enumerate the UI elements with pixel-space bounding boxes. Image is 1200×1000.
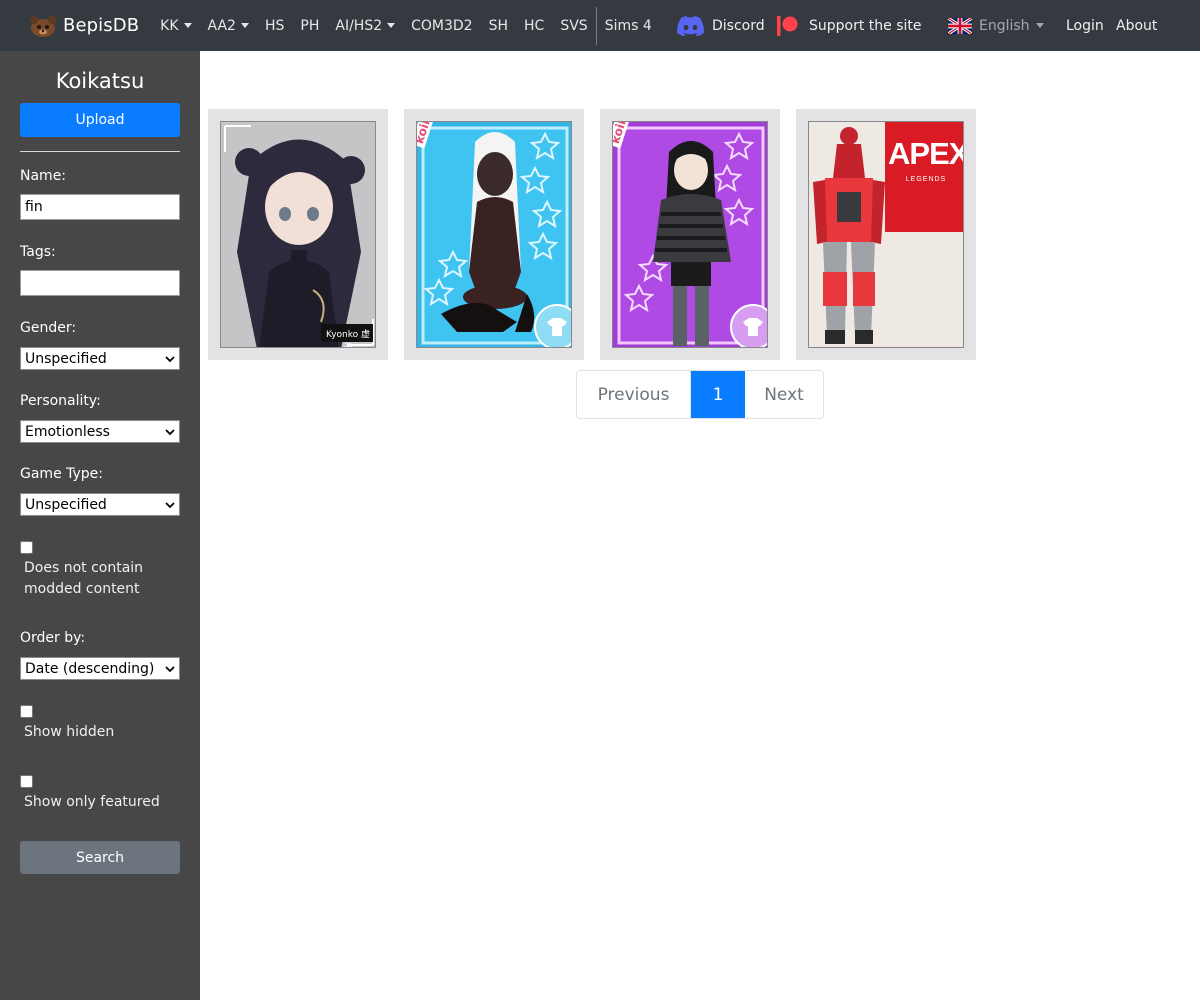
chevron-down-icon xyxy=(165,502,175,509)
personality-label: Personality: xyxy=(20,393,101,409)
chevron-down-icon xyxy=(165,666,175,673)
no-modded-checkbox[interactable] xyxy=(20,541,33,554)
nav-hc-link[interactable]: HC xyxy=(516,0,552,51)
uk-flag-icon xyxy=(947,16,973,35)
apex-logo-text: APEX xyxy=(888,136,964,171)
apex-logo-subtext: LEGENDS xyxy=(905,176,947,183)
nav-com3d2-link[interactable]: COM3D2 xyxy=(403,0,480,51)
discord-label: Discord xyxy=(712,17,765,34)
character-card[interactable]: Kyonko 虚子 xyxy=(208,109,388,360)
show-hidden-checkbox[interactable] xyxy=(20,705,33,718)
chevron-down-icon xyxy=(165,429,175,436)
show-featured-checkbox[interactable] xyxy=(20,775,33,788)
nav-kk-dropdown[interactable]: KK xyxy=(152,0,199,51)
nav-divider xyxy=(595,6,597,45)
tags-label: Tags: xyxy=(20,244,56,260)
discord-link[interactable]: Discord xyxy=(677,0,765,51)
top-navbar: BepisDB KK AA2 HS PH AI/HS2 COM3D2 SH HC… xyxy=(0,0,1200,51)
name-input[interactable] xyxy=(20,194,180,220)
nav-hs-label: HS xyxy=(264,17,285,34)
nav-svs-label: SVS xyxy=(560,17,588,34)
nav-aihs2-label: AI/HS2 xyxy=(335,17,383,34)
personality-select-value: Emotionless xyxy=(25,423,110,440)
gender-label: Gender: xyxy=(20,320,77,336)
card-grid: Kyonko 虚子 APEX LEGENDS xyxy=(208,109,992,360)
nav-hs-link[interactable]: HS xyxy=(257,0,292,51)
nav-aa2-label: AA2 xyxy=(207,17,236,34)
game-type-label: Game Type: xyxy=(20,466,104,482)
caret-down-icon xyxy=(1035,23,1044,28)
login-link[interactable]: Login xyxy=(1066,0,1104,51)
nav-sims4-label: Sims 4 xyxy=(604,17,652,34)
no-modded-label: Does not contain modded content xyxy=(24,560,144,597)
name-label: Name: xyxy=(20,168,67,184)
gender-select-value: Unspecified xyxy=(25,350,107,367)
caret-down-icon xyxy=(240,23,249,28)
nav-hc-label: HC xyxy=(524,17,545,34)
character-card[interactable]: APEX LEGENDS xyxy=(796,109,976,360)
personality-select[interactable]: Emotionless xyxy=(20,420,180,443)
previous-page-button[interactable]: Previous xyxy=(577,371,691,418)
search-sidebar: Koikatsu Upload Name: Tags: Gender: Unsp… xyxy=(0,51,200,1000)
game-type-select[interactable]: Unspecified xyxy=(20,493,180,516)
upload-button[interactable]: Upload xyxy=(20,103,180,137)
support-label: Support the site xyxy=(809,17,922,34)
order-by-label: Order by: xyxy=(20,630,86,646)
nav-sims4-link[interactable]: Sims 4 xyxy=(599,0,660,51)
card-badge-text: Kyonko 虚子 xyxy=(325,330,371,348)
support-link[interactable]: Support the site xyxy=(777,0,922,51)
game-type-select-value: Unspecified xyxy=(25,496,107,513)
tags-input[interactable] xyxy=(20,270,180,296)
card-thumbnail: Kyonko 虚子 xyxy=(220,121,376,348)
about-label: About xyxy=(1116,17,1158,34)
next-page-button[interactable]: Next xyxy=(745,371,823,418)
card-thumbnail: koikatsu xyxy=(416,121,572,348)
nav-ph-label: PH xyxy=(300,17,320,34)
language-dropdown[interactable]: English xyxy=(947,0,1044,51)
brand-link[interactable]: BepisDB xyxy=(28,0,139,51)
nav-kk-label: KK xyxy=(160,17,179,34)
about-link[interactable]: About xyxy=(1116,0,1157,51)
order-by-select-value: Date (descending) xyxy=(25,660,155,677)
gender-select[interactable]: Unspecified xyxy=(20,347,180,370)
chevron-down-icon xyxy=(165,356,175,363)
pagination: Previous 1 Next xyxy=(576,370,824,419)
page-1-button[interactable]: 1 xyxy=(691,371,745,418)
nav-aihs2-dropdown[interactable]: AI/HS2 xyxy=(327,0,403,51)
sidebar-title: Koikatsu xyxy=(55,69,145,93)
card-thumbnail: koikatsu xyxy=(612,121,768,348)
game-nav: KK AA2 HS PH AI/HS2 COM3D2 SH HC SVS Sim… xyxy=(152,0,660,51)
nav-ph-link[interactable]: PH xyxy=(292,0,327,51)
discord-icon xyxy=(677,15,704,36)
brand-name: BepisDB xyxy=(63,15,140,36)
caret-down-icon xyxy=(183,23,192,28)
caret-down-icon xyxy=(387,23,396,28)
nav-aa2-dropdown[interactable]: AA2 xyxy=(200,0,257,51)
patreon-icon xyxy=(777,15,799,36)
show-hidden-label: Show hidden xyxy=(24,724,115,740)
character-card[interactable]: koikatsu xyxy=(600,109,780,360)
nav-sh-label: SH xyxy=(488,17,509,34)
login-label: Login xyxy=(1066,17,1104,34)
card-thumbnail: APEX LEGENDS xyxy=(808,121,964,348)
language-label: English xyxy=(979,17,1030,34)
nav-svs-link[interactable]: SVS xyxy=(552,0,595,51)
sidebar-divider xyxy=(20,151,180,152)
order-by-select[interactable]: Date (descending) xyxy=(20,657,180,680)
nav-sh-link[interactable]: SH xyxy=(481,0,516,51)
search-button[interactable]: Search xyxy=(20,841,180,874)
nav-com3d2-label: COM3D2 xyxy=(411,17,473,34)
bepis-logo-icon xyxy=(28,14,58,38)
show-featured-label: Show only featured xyxy=(24,794,160,810)
character-card[interactable]: koikatsu xyxy=(404,109,584,360)
